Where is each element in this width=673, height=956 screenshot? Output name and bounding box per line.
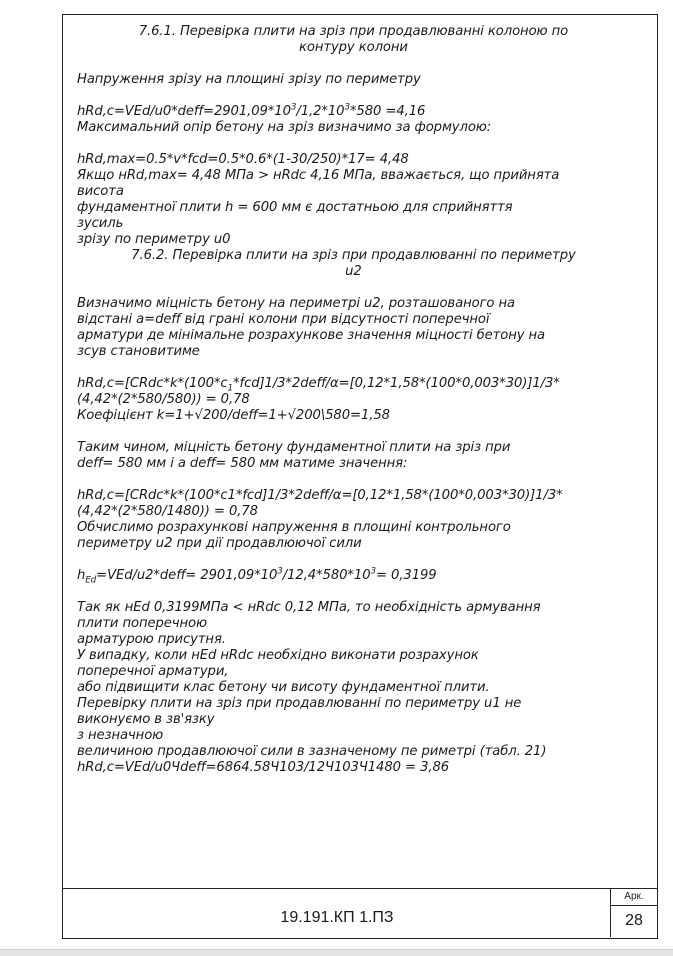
paragraph-conclusion-line: зрізу по периметру u0 [77, 231, 231, 247]
paragraph-final-line: або підвищити клас бетону чи висоту фунд… [77, 679, 490, 695]
paragraph-strength-line: відстані a=deff від грані колони при від… [77, 311, 490, 327]
sheet-label: Арк. [611, 889, 657, 906]
section-heading-7-6-1-cont: контуру колони [299, 39, 408, 55]
paragraph-calc-stress: периметру u2 при дії продавлюючої сили [77, 535, 362, 551]
document-code: 19.191.КП 1.ПЗ [280, 908, 394, 926]
section-heading-7-6-2-cont: u2 [345, 263, 362, 279]
paragraph-final-line: Так як нEd 0,3199МПа < нRdc 0,12 МПа, то… [77, 599, 541, 615]
drawing-sheet: 7.6.1. Перевірка плити на зріз при прода… [62, 14, 658, 939]
paragraph-shear-stress: Напруження зрізу на площині зрізу по пер… [77, 71, 421, 87]
paragraph-strength-line: арматури де мінімальне розрахункове знач… [77, 327, 546, 343]
title-block: 19.191.КП 1.ПЗ Арк. 28 [63, 888, 657, 938]
paragraph-conclusion-line: висота [77, 183, 124, 199]
paragraph-final-line: величиною продавлюючої сили в зазначеном… [77, 743, 547, 759]
paragraph-final-line: Перевірку плити на зріз при продавлюванн… [77, 695, 522, 711]
paragraph-final-line: арматурою присутня. [77, 631, 226, 647]
formula-coefficient-k: Коефіцієнт k=1+√200/deff=1+√200\580=1,58 [77, 407, 390, 423]
paragraph-calc-stress: Обчислимо розрахункові напруження в площ… [77, 519, 511, 535]
document-body: 7.6.1. Перевірка плити на зріз при прода… [77, 23, 630, 775]
paragraph-final-line: У випадку, коли нEd нRdc необхідно викон… [77, 647, 479, 663]
formula-crdc-2-cont: (4,42*(2*580/1480)) = 0,78 [77, 503, 258, 519]
paragraph-thus-line: Таким чином, міцність бетону фундаментно… [77, 439, 511, 455]
sheet-number: 28 [625, 912, 643, 929]
formula-hrd-c: hRd,c=VEd/u0*deff=2901,09*103/1,2*103*58… [77, 102, 426, 119]
paragraph-strength-line: Визначимо міцність бетону на периметрі u… [77, 295, 515, 311]
paragraph-final-line: плити поперечною [77, 615, 207, 631]
formula-hrd-c-final: hRd,c=VEd/u0Чdeff=6864.58Ч103/12Ч103Ч148… [77, 759, 450, 775]
paragraph-max-resistance: Максимальний опір бетону на зріз визначи… [77, 119, 492, 135]
paragraph-conclusion-line: фундаментної плити h = 600 мм є достатнь… [77, 199, 513, 215]
paragraph-strength-line: зсув становитиме [77, 343, 200, 359]
paragraph-final-line: виконуємо в зв'язку [77, 711, 215, 727]
formula-hed: hEd=VEd/u2*deff= 2901,09*103/12,4*580*10… [77, 566, 437, 586]
paragraph-thus-line: deff= 580 мм і a deff= 580 мм матиме зна… [77, 455, 408, 471]
formula-hrd-max: hRd,max=0.5*v*fcd=0.5*0.6*(1-30/250)*17=… [77, 151, 409, 167]
sheet-number-cell: Арк. 28 [610, 889, 657, 937]
paragraph-conclusion-line: зусиль [77, 215, 124, 231]
paragraph-final-line: поперечної арматури, [77, 663, 229, 679]
section-heading-7-6-1: 7.6.1. Перевірка плити на зріз при прода… [138, 23, 569, 39]
formula-crdc-2: hRd,c=[CRdc*k*(100*c1*fcd]1/3*2deff/α=[0… [77, 487, 563, 503]
section-heading-7-6-2: 7.6.2. Перевірка плити на зріз при прода… [131, 247, 576, 263]
paragraph-final-line: з незначною [77, 727, 164, 743]
formula-crdc: hRd,c=[CRdc*k*(100*c1*fcd]1/3*2deff/α=[0… [77, 375, 560, 394]
paragraph-conclusion-line: Якщо нRd,max= 4,48 МПа > нRdc 4,16 МПа, … [77, 167, 560, 183]
formula-crdc-cont: (4,42*(2*580/580)) = 0,78 [77, 391, 250, 407]
